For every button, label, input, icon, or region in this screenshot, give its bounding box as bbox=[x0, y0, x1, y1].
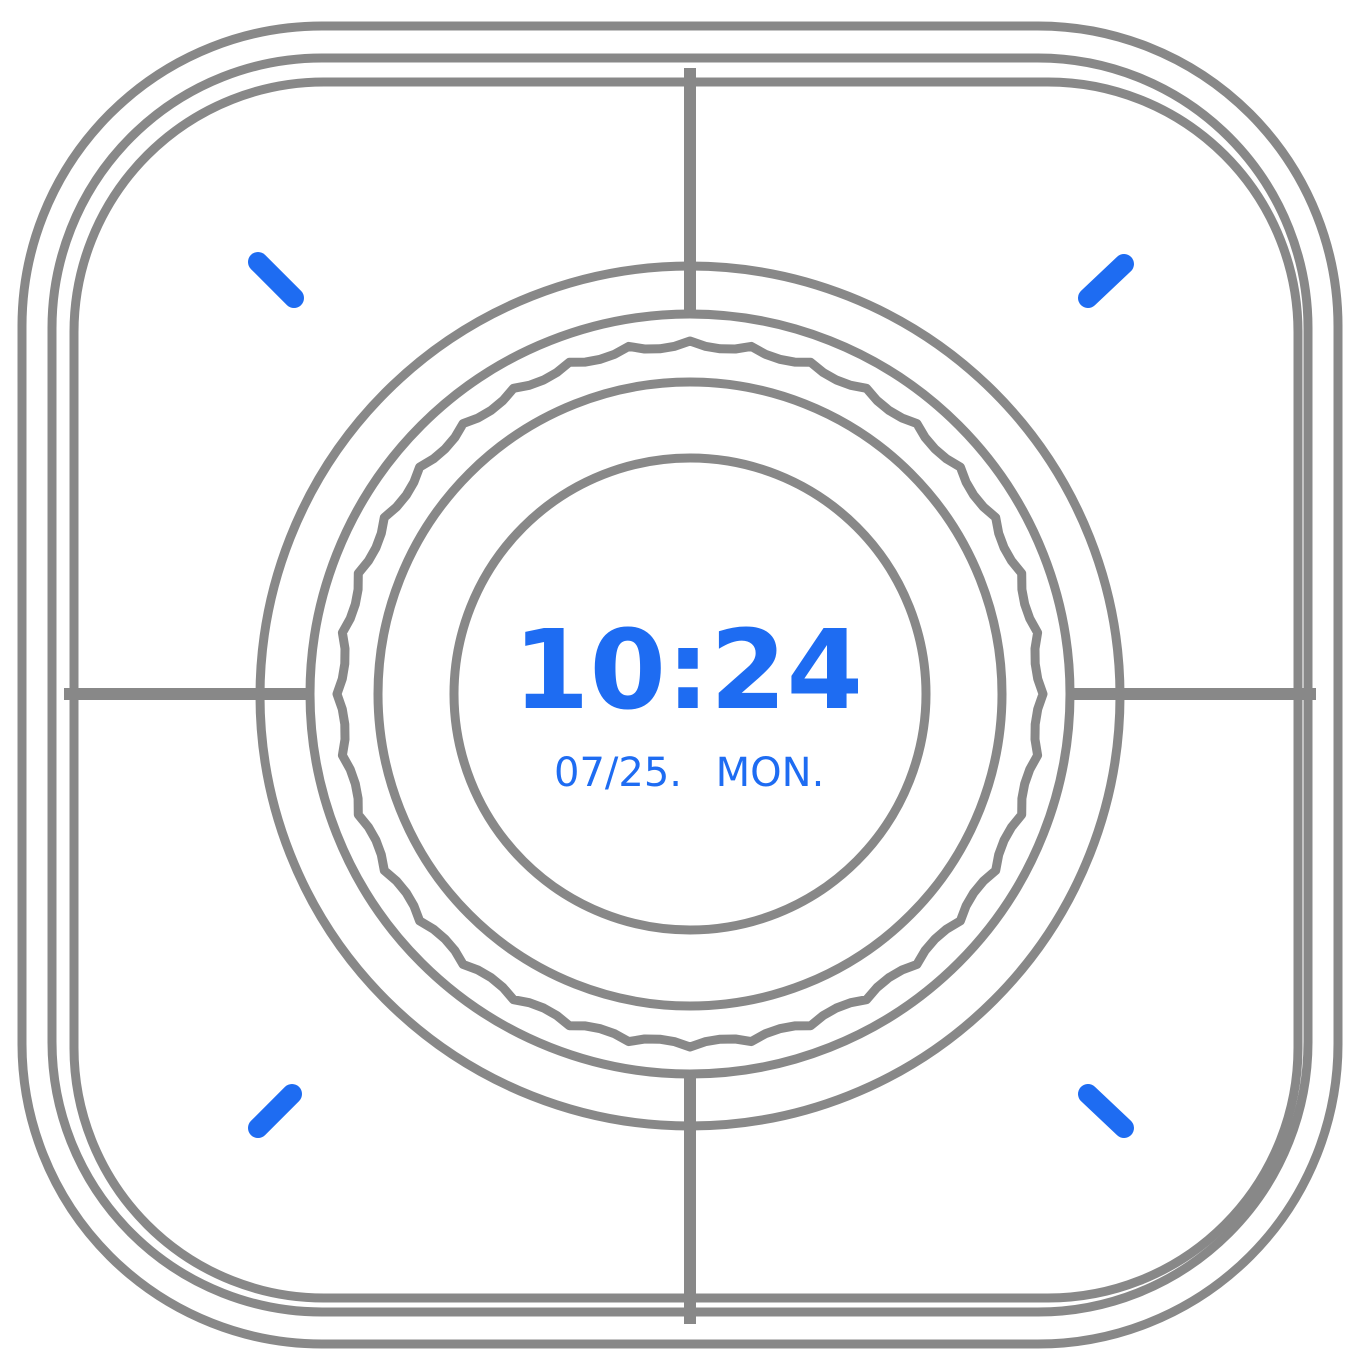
clock-date: 07/25. bbox=[554, 750, 682, 796]
remote-controller: 10:24 07/25. MON. bbox=[17, 21, 1343, 1349]
clock-time: 10:24 bbox=[513, 606, 863, 734]
clock-weekday: MON. bbox=[716, 750, 825, 796]
button-top-left[interactable] bbox=[80, 88, 684, 690]
